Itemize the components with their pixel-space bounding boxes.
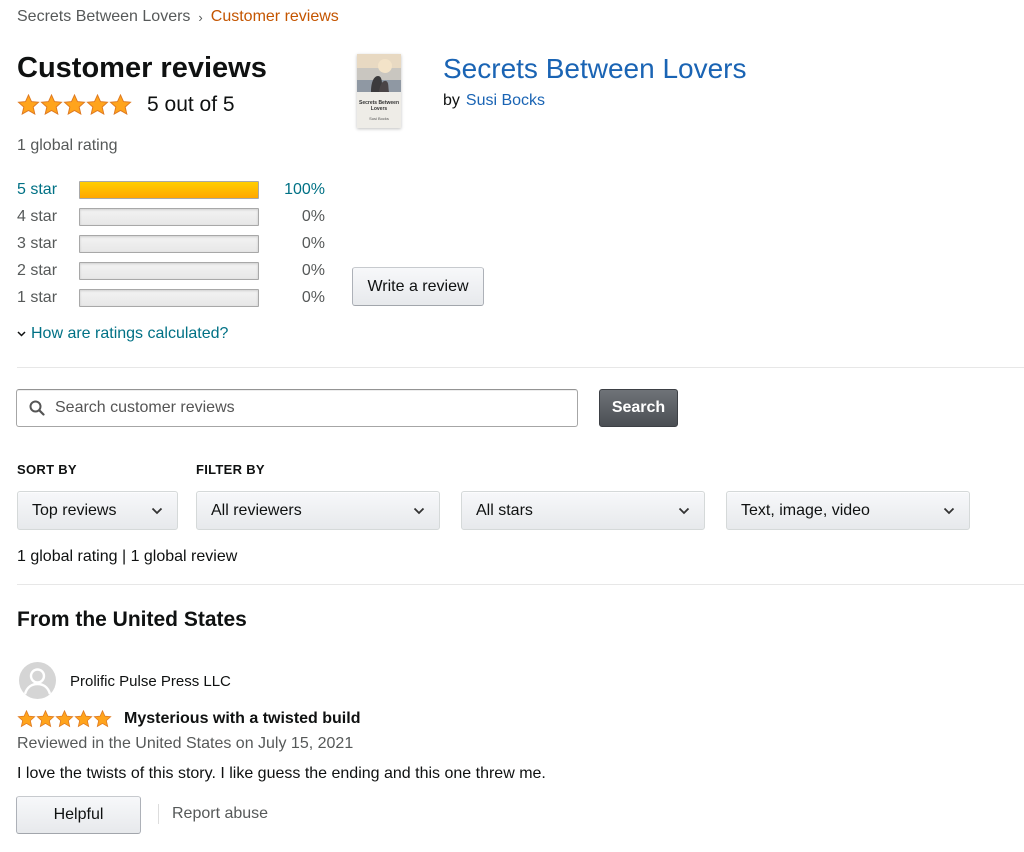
- histogram-row-1-star: 1 star 0%: [17, 287, 325, 309]
- sort-dropdown[interactable]: Top reviews: [17, 491, 178, 530]
- reviewer-filter-dropdown[interactable]: All reviewers: [196, 491, 440, 530]
- star-icon: [17, 94, 40, 116]
- chevron-down-icon: [678, 507, 690, 514]
- divider: [17, 584, 1024, 585]
- star-icon: [74, 710, 93, 728]
- breadcrumb-parent-link[interactable]: Secrets Between Lovers: [17, 8, 190, 26]
- chevron-down-icon: [943, 507, 955, 514]
- format-filter-dropdown[interactable]: Text, image, video: [726, 491, 970, 530]
- how-ratings-calculated-label[interactable]: How are ratings calculated?: [31, 325, 228, 343]
- author-link[interactable]: Susi Bocks: [466, 92, 545, 109]
- divider: [158, 804, 159, 824]
- star-icon: [86, 94, 109, 116]
- chevron-down-icon: [413, 507, 425, 514]
- star-icon: [63, 94, 86, 116]
- review-date: Reviewed in the United States on July 15…: [17, 735, 354, 752]
- global-rating-count: 1 global rating: [17, 137, 118, 154]
- user-icon: [23, 668, 52, 695]
- chevron-down-icon: [17, 331, 26, 337]
- star-icon: [17, 710, 36, 728]
- section-heading: From the United States: [17, 608, 247, 631]
- product-cover-image[interactable]: Secrets Between Lovers Susi Bocks: [357, 54, 401, 128]
- search-box[interactable]: [16, 389, 578, 427]
- histogram-bar-fill: [80, 182, 258, 198]
- histogram-bar: [79, 235, 259, 253]
- histogram-percent[interactable]: 100%: [259, 181, 325, 199]
- avatar[interactable]: [19, 662, 56, 699]
- histogram-percent: 0%: [301, 235, 325, 252]
- histogram-bar: [79, 208, 259, 226]
- histogram-row-2-star: 2 star 0%: [17, 260, 325, 282]
- page-title: Customer reviews: [17, 52, 267, 84]
- format-filter-value: Text, image, video: [741, 501, 870, 519]
- search-reviews-input[interactable]: [53, 398, 537, 418]
- histogram-label: 2 star: [17, 262, 58, 279]
- histogram-row-3-star: 3 star 0%: [17, 233, 325, 255]
- cover-title: Secrets Between Lovers: [358, 100, 400, 112]
- histogram-bar: [79, 289, 259, 307]
- reviewer-filter-value: All reviewers: [211, 501, 302, 519]
- histogram-label[interactable]: 5 star: [17, 181, 79, 199]
- histogram-bar[interactable]: [79, 181, 259, 199]
- histogram-bar: [79, 262, 259, 280]
- review-body: I love the twists of this story. I like …: [17, 765, 546, 782]
- chevron-down-icon: [151, 507, 163, 514]
- product-title-link[interactable]: Secrets Between Lovers: [443, 53, 747, 85]
- histogram-label: 4 star: [17, 208, 58, 225]
- histogram-row-5-star[interactable]: 5 star 100%: [17, 179, 325, 201]
- breadcrumb-current: Customer reviews: [210, 8, 339, 25]
- histogram-percent: 0%: [301, 289, 325, 306]
- average-star-rating: [17, 94, 132, 116]
- rating-review-counts: 1 global rating | 1 global review: [17, 548, 238, 565]
- average-rating: 5 out of 5: [17, 93, 235, 117]
- search-button[interactable]: Search: [599, 389, 678, 427]
- star-filter-dropdown[interactable]: All stars: [461, 491, 705, 530]
- breadcrumb: Secrets Between Lovers › Customer review…: [17, 8, 339, 26]
- star-icon: [55, 710, 74, 728]
- byline-prefix: by: [443, 92, 460, 109]
- review-header: Mysterious with a twisted build: [17, 710, 360, 728]
- star-icon: [93, 710, 112, 728]
- reviewer-name[interactable]: Prolific Pulse Press LLC: [70, 673, 231, 690]
- histogram-label: 3 star: [17, 235, 58, 252]
- star-icon: [40, 94, 63, 116]
- star-icon: [36, 710, 55, 728]
- histogram-percent: 0%: [301, 262, 325, 279]
- how-ratings-calculated-link[interactable]: How are ratings calculated?: [17, 325, 228, 343]
- report-abuse-link[interactable]: Report abuse: [172, 805, 268, 823]
- helpful-button[interactable]: Helpful: [16, 796, 141, 834]
- sort-by-label: SORT BY: [17, 462, 77, 477]
- rating-text: 5 out of 5: [147, 93, 235, 116]
- product-byline: by Susi Bocks: [443, 92, 545, 110]
- search-icon: [29, 400, 45, 416]
- write-review-button[interactable]: Write a review: [352, 267, 484, 306]
- review-title[interactable]: Mysterious with a twisted build: [124, 710, 360, 728]
- divider: [17, 367, 1024, 368]
- filter-by-label: FILTER BY: [196, 462, 265, 477]
- cover-author: Susi Bocks: [369, 116, 389, 121]
- histogram-row-4-star: 4 star 0%: [17, 206, 325, 228]
- star-icon: [109, 94, 132, 116]
- review-star-rating[interactable]: [17, 710, 112, 728]
- breadcrumb-separator: ›: [198, 9, 203, 25]
- star-filter-value: All stars: [476, 501, 533, 519]
- histogram-percent: 0%: [301, 208, 325, 225]
- histogram-label: 1 star: [17, 289, 58, 306]
- sort-selected-value: Top reviews: [32, 501, 117, 519]
